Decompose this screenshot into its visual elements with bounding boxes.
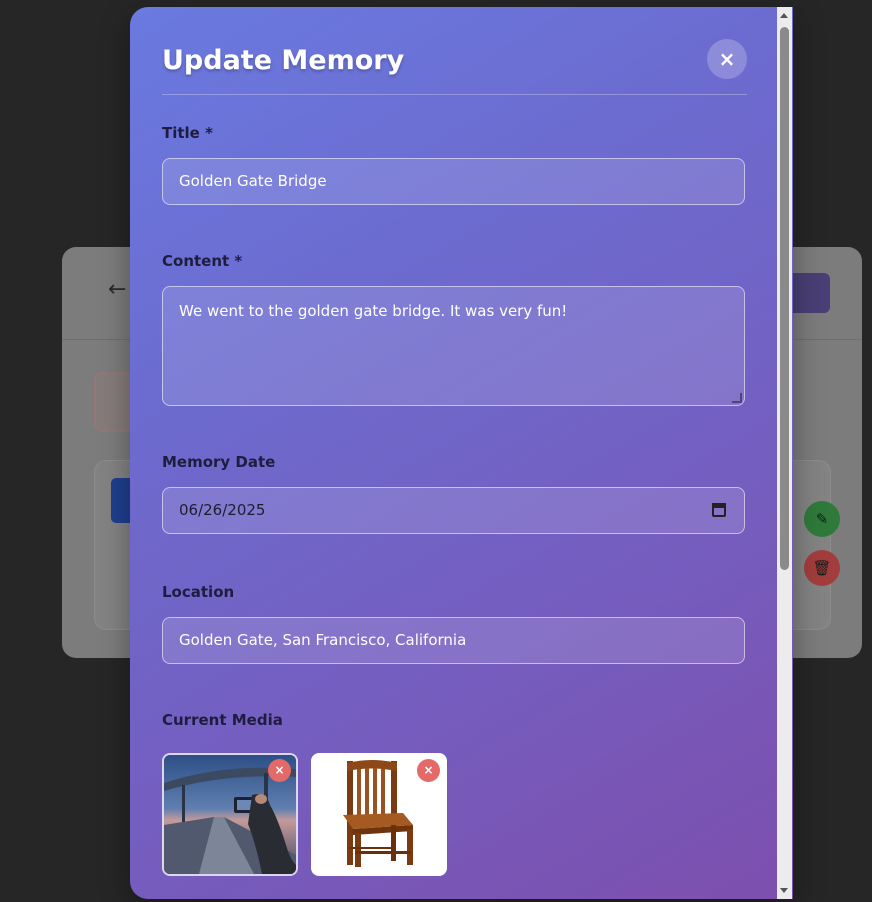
scroll-up-arrow-icon[interactable] — [780, 13, 788, 18]
calendar-icon[interactable] — [712, 503, 726, 517]
resize-grip-icon[interactable] — [732, 393, 742, 403]
title-label: Title * — [162, 124, 213, 142]
scrollbar-thumb[interactable] — [780, 27, 789, 570]
modal-title: Update Memory — [162, 45, 405, 76]
memory-date-label: Memory Date — [162, 453, 276, 471]
content-textarea-value: We went to the golden gate bridge. It wa… — [179, 302, 568, 320]
location-input-value: Golden Gate, San Francisco, California — [179, 631, 467, 649]
modal-scrollbar[interactable] — [777, 7, 792, 899]
memory-date-value: 06/26/2025 — [179, 501, 266, 519]
title-input-value: Golden Gate Bridge — [179, 172, 327, 190]
edit-icon: ✎ — [804, 501, 840, 537]
location-label: Location — [162, 583, 235, 601]
trash-icon: 🗑 — [804, 550, 840, 586]
remove-media-button[interactable]: × — [417, 759, 440, 782]
memory-date-input[interactable]: 06/26/2025 — [162, 487, 745, 534]
current-media-label: Current Media — [162, 711, 283, 729]
close-button[interactable]: × — [707, 39, 747, 79]
header-divider — [162, 94, 747, 95]
media-thumbnail-chair[interactable]: × — [311, 753, 447, 876]
media-thumbnail-bridge[interactable]: × — [162, 753, 298, 876]
content-label: Content * — [162, 252, 243, 270]
update-memory-modal: Update Memory × Title * Golden Gate Brid… — [130, 7, 793, 899]
location-input[interactable]: Golden Gate, San Francisco, California — [162, 617, 745, 664]
background-action-button — [787, 273, 830, 313]
back-arrow-icon: ← — [108, 277, 127, 302]
content-textarea[interactable]: We went to the golden gate bridge. It wa… — [162, 286, 745, 406]
scroll-down-arrow-icon[interactable] — [780, 888, 788, 893]
title-input[interactable]: Golden Gate Bridge — [162, 158, 745, 205]
remove-media-button[interactable]: × — [268, 759, 291, 782]
